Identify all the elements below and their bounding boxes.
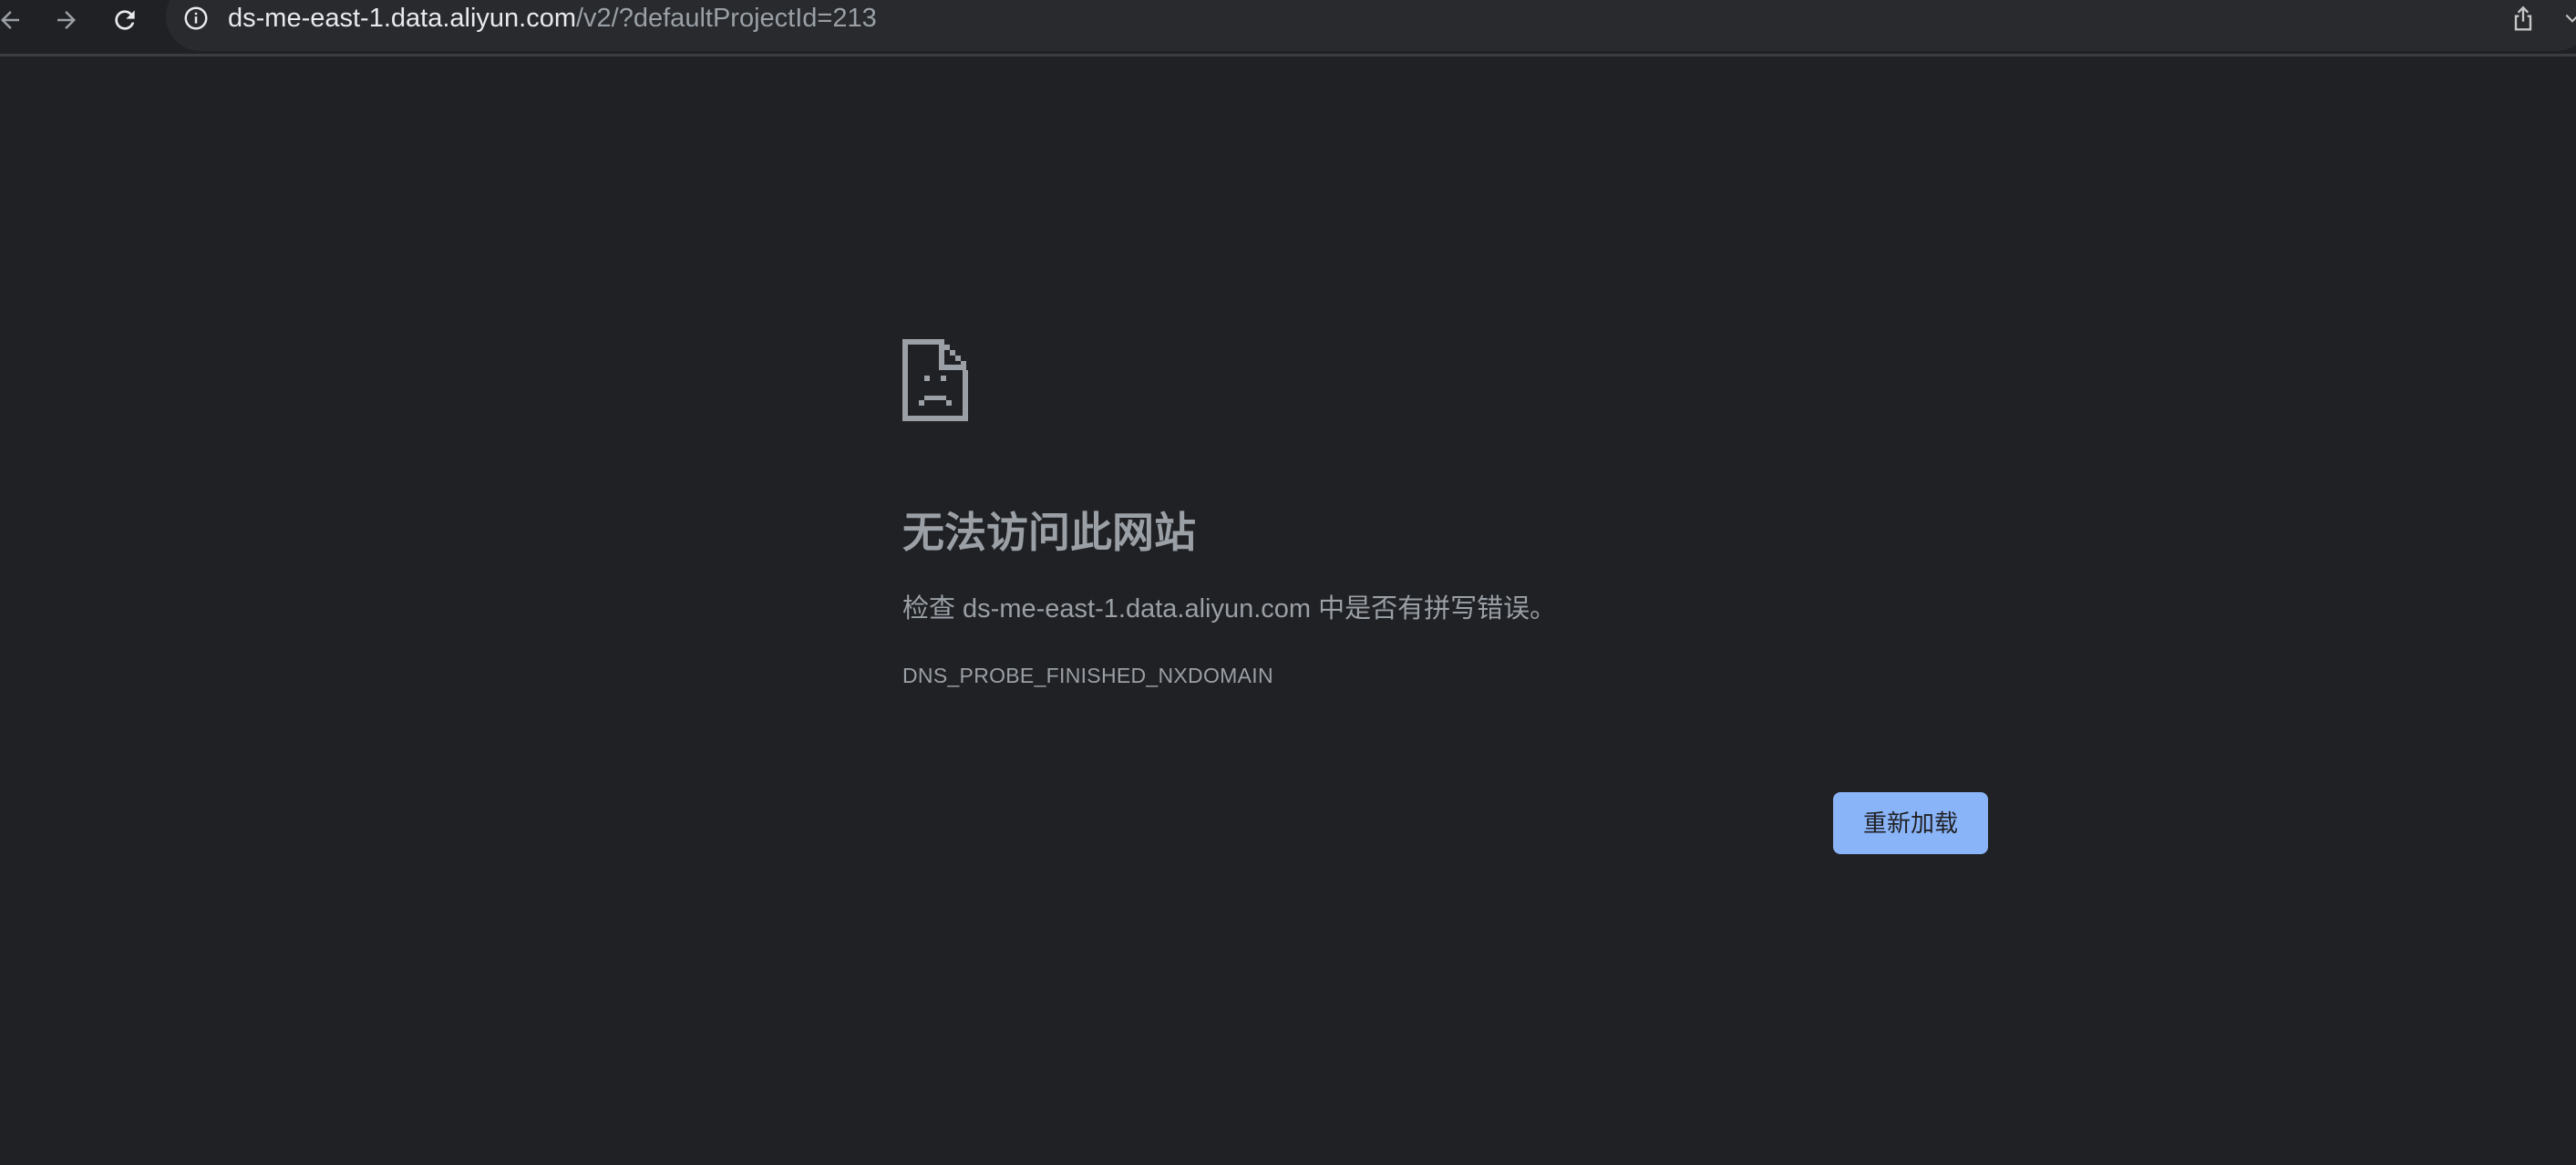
error-code: DNS_PROBE_FINISHED_NXDOMAIN <box>902 664 1273 687</box>
reload-button[interactable] <box>102 0 148 40</box>
url-text[interactable]: ds-me-east-1.data.aliyun.com/v2/?default… <box>228 2 877 35</box>
sad-document-icon <box>902 339 968 421</box>
error-description: 检查 ds-me-east-1.data.aliyun.com 中是否有拼写错误… <box>902 594 1557 624</box>
back-button[interactable] <box>0 0 33 40</box>
share-icon[interactable] <box>2509 4 2538 35</box>
arrow-right-icon <box>57 11 76 29</box>
chevron-down-icon[interactable] <box>2563 9 2576 27</box>
forward-button[interactable] <box>44 0 89 40</box>
reload-icon <box>115 10 135 30</box>
arrow-left-icon <box>1 11 19 29</box>
url-host: ds-me-east-1.data.aliyun.com <box>228 4 576 33</box>
error-title: 无法访问此网站 <box>902 509 1196 556</box>
reload-page-button[interactable]: 重新加载 <box>1833 792 1988 854</box>
info-icon[interactable] <box>182 5 210 32</box>
browser-toolbar: ds-me-east-1.data.aliyun.com/v2/?default… <box>0 0 2576 57</box>
url-path: /v2/?defaultProjectId=213 <box>576 4 877 33</box>
